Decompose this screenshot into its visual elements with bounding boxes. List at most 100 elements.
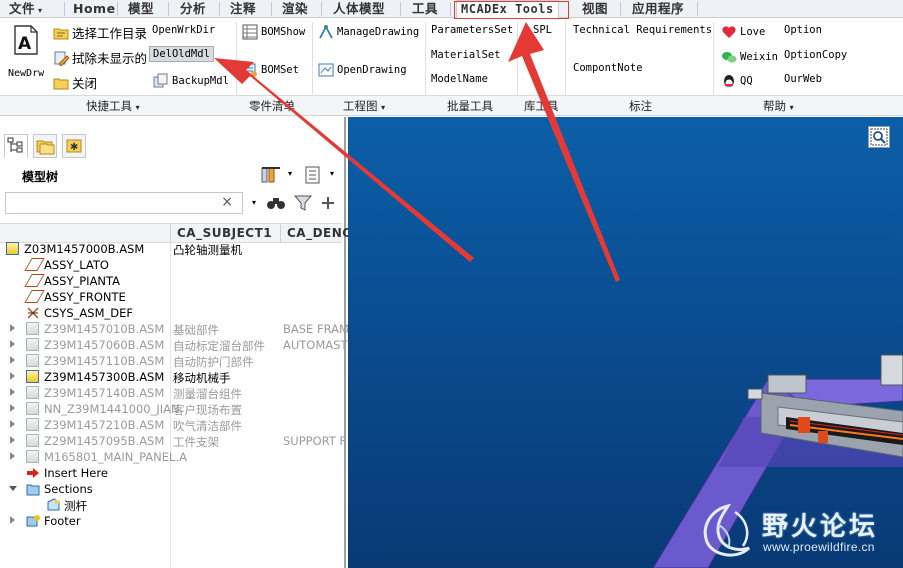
- settings-icon[interactable]: [303, 165, 323, 185]
- tab-model[interactable]: 模型: [128, 0, 154, 18]
- model-name-button[interactable]: ModelName: [431, 73, 488, 85]
- bom-show-button[interactable]: BOMShow: [242, 24, 305, 40]
- expand-arrow-icon[interactable]: [10, 388, 15, 396]
- tree-row[interactable]: Z39M1457060B.ASM 自动标定溜台部件 AUTOMAST: [0, 337, 347, 353]
- tree-row[interactable]: Z39M1457010B.ASM 基础部件 BASE FRAM: [0, 321, 349, 337]
- group-drawing[interactable]: 工程图 ▾: [343, 98, 385, 114]
- tree-row[interactable]: Z39M1457210B.ASM 吹气清洁部件: [0, 417, 342, 433]
- column-ca-subject1[interactable]: CA_SUBJECT1: [177, 226, 272, 240]
- close-button[interactable]: 关闭: [53, 73, 97, 92]
- select-workdir-icon: [53, 28, 69, 39]
- backup-icon: [153, 73, 168, 88]
- tab-manikin[interactable]: 人体模型: [333, 0, 385, 18]
- coordinate-system-icon: [26, 306, 39, 319]
- group-quick-tools[interactable]: 快捷工具 ▾: [86, 98, 140, 114]
- chevron-down-icon[interactable]: ▾: [330, 169, 334, 178]
- tab-annotate[interactable]: 注释: [230, 0, 256, 18]
- expand-arrow-icon[interactable]: [10, 324, 15, 332]
- assembly-icon: [26, 354, 39, 367]
- option-copy-button[interactable]: OptionCopy: [784, 49, 847, 61]
- weixin-icon: [722, 52, 737, 63]
- tab-file[interactable]: 文件 ▾: [9, 0, 43, 18]
- column-ca-deno[interactable]: CA_DENO: [287, 226, 353, 240]
- open-wrkdir-button[interactable]: OpenWrkDir: [152, 24, 215, 36]
- group-help[interactable]: 帮助 ▾: [763, 98, 794, 114]
- tree-row[interactable]: Z39M1457300B.ASM 移动机械手: [0, 369, 342, 385]
- tree-row[interactable]: ASSY_LATO: [0, 257, 342, 273]
- expand-arrow-icon[interactable]: [10, 516, 15, 524]
- compont-note-button[interactable]: CompontNote: [573, 62, 643, 74]
- tree-row[interactable]: CSYS_ASM_DEF: [0, 305, 342, 321]
- watermark-url: www.proewildfire.cn: [763, 540, 875, 554]
- del-old-mdl-button[interactable]: DelOldMdl: [149, 46, 214, 62]
- graphics-window[interactable]: [348, 117, 903, 568]
- expand-arrow-icon[interactable]: [10, 340, 15, 348]
- svg-text:A: A: [18, 34, 32, 54]
- machine-model: [652, 354, 903, 568]
- chevron-down-icon[interactable]: ▾: [288, 169, 292, 178]
- tree-row[interactable]: NN_Z39M1441000_JIAN 客户现场布置: [0, 401, 342, 417]
- collapse-arrow-icon[interactable]: [9, 486, 17, 491]
- clear-icon[interactable]: ×: [221, 194, 233, 210]
- tab-model-tree[interactable]: [4, 134, 28, 158]
- love-button[interactable]: Love: [721, 24, 765, 40]
- technical-requirements-button[interactable]: Technical Requirements: [573, 24, 712, 36]
- tab-view[interactable]: 视图: [582, 0, 608, 18]
- qq-button[interactable]: QQ: [721, 73, 753, 89]
- tree-row[interactable]: M165801_MAIN_PANEL.A: [0, 449, 342, 465]
- tree-item-name: ASSY_PIANTA: [44, 274, 121, 288]
- spl-button[interactable]: SPL: [533, 24, 552, 36]
- expand-arrow-icon[interactable]: [10, 452, 15, 460]
- expand-arrow-icon[interactable]: [10, 436, 15, 444]
- expand-arrow-icon[interactable]: [10, 404, 15, 412]
- show-tool-icon[interactable]: [260, 165, 282, 185]
- expand-arrow-icon[interactable]: [10, 420, 15, 428]
- filter-icon[interactable]: [294, 195, 312, 211]
- tree-row[interactable]: Z29M1457095B.ASM 工件支架 SUPPORT F: [0, 433, 346, 449]
- expand-arrow-icon[interactable]: [10, 356, 15, 364]
- tab-tools[interactable]: 工具: [412, 0, 438, 18]
- chevron-down-icon[interactable]: ▾: [252, 198, 256, 207]
- tree-row[interactable]: 测杆: [0, 497, 342, 513]
- tree-row[interactable]: Sections: [0, 481, 342, 497]
- search-input[interactable]: [6, 193, 216, 213]
- tab-favorites[interactable]: ✱: [62, 134, 86, 158]
- our-web-button[interactable]: OurWeb: [784, 73, 822, 85]
- weixin-label: Weixin: [740, 51, 778, 63]
- material-set-button[interactable]: MaterialSet: [431, 49, 501, 61]
- model-tree-header: CA_SUBJECT1 CA_DENO: [0, 223, 353, 243]
- parameters-set-button[interactable]: ParametersSet: [431, 24, 513, 36]
- select-workdir-button[interactable]: 选择工作目录: [53, 23, 147, 42]
- find-binoculars-icon[interactable]: [266, 195, 286, 211]
- tab-render[interactable]: 渲染: [282, 0, 308, 18]
- section-icon: [46, 498, 60, 511]
- tree-item-subject: 客户现场布置: [173, 403, 242, 417]
- tree-item-name: Z39M1457060B.ASM: [44, 338, 165, 352]
- tree-row[interactable]: ASSY_FRONTE: [0, 289, 342, 305]
- tree-item-deno: SUPPORT F: [283, 434, 347, 448]
- tab-analysis[interactable]: 分析: [180, 0, 206, 18]
- tab-home[interactable]: Home: [73, 0, 116, 18]
- newdrw-button[interactable]: A NewDrw: [5, 22, 47, 80]
- tree-row[interactable]: Z39M1457140B.ASM 测量溜台组件: [0, 385, 342, 401]
- qq-icon: [724, 75, 734, 87]
- add-column-icon[interactable]: [321, 196, 335, 210]
- tab-applications[interactable]: 应用程序: [632, 0, 684, 18]
- tree-item-name: 测杆: [64, 499, 87, 513]
- tree-row[interactable]: ASSY_PIANTA: [0, 273, 342, 289]
- tree-row[interactable]: Z39M1457110B.ASM 自动防护门部件: [0, 353, 342, 369]
- open-drawing-button[interactable]: OpenDrawing: [318, 62, 407, 78]
- tree-row[interactable]: Footer: [0, 513, 342, 529]
- weixin-button[interactable]: Weixin: [721, 49, 778, 65]
- manage-drawing-button[interactable]: ManageDrawing: [318, 24, 419, 40]
- tab-folder-browser[interactable]: [33, 134, 57, 158]
- tree-row[interactable]: Insert Here: [0, 465, 342, 481]
- bom-set-button[interactable]: BOMSet: [242, 62, 299, 78]
- expand-arrow-icon[interactable]: [10, 372, 15, 380]
- model-tree-search[interactable]: ×: [5, 192, 243, 214]
- erase-not-displayed-button[interactable]: 拭除未显示的: [53, 48, 147, 67]
- backup-mdl-button[interactable]: BackupMdl: [153, 73, 229, 89]
- tree-row[interactable]: Z03M1457000B.ASM 凸轮轴测量机: [0, 241, 342, 257]
- tree-item-name: Insert Here: [44, 466, 108, 480]
- option-button[interactable]: Option: [784, 24, 822, 36]
